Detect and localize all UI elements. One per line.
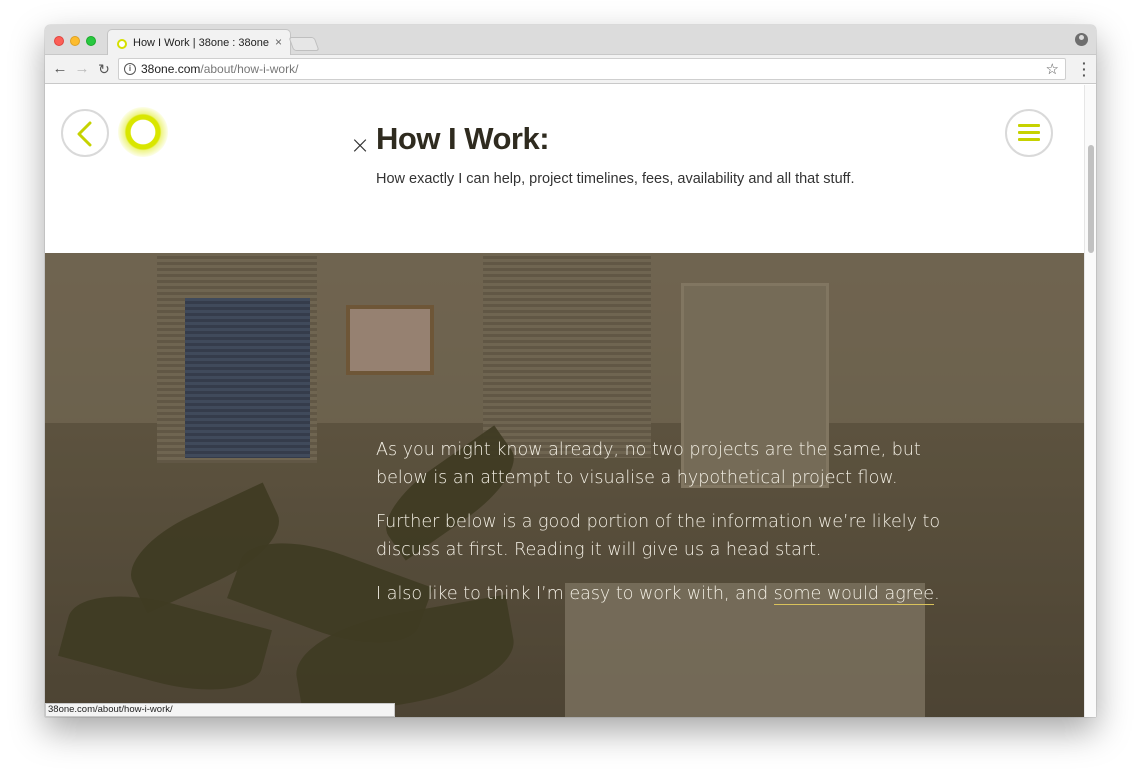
status-bar: 38one.com/about/how-i-work/ [45, 703, 395, 717]
address-bar[interactable]: i 38one.com/about/how-i-work/ ☆ [118, 58, 1066, 80]
menu-button[interactable] [1005, 109, 1053, 157]
tab-close-icon[interactable]: × [275, 35, 282, 49]
page-title: How I Work: [376, 121, 550, 156]
hero-office-photo: As you might know already, no two projec… [45, 253, 1084, 717]
maximize-window-icon[interactable] [86, 36, 96, 46]
url-text[interactable]: 38one.com/about/how-i-work/ [141, 62, 298, 76]
url-path: /about/how-i-work/ [200, 62, 299, 76]
hero-paragraph-1: As you might know already, no two projec… [376, 440, 921, 488]
hero-paragraph-2: Further below is a good portion of the i… [376, 512, 941, 560]
tab-title: How I Work | 38one : 38one [133, 37, 269, 49]
page-scrollbar[interactable] [1084, 85, 1096, 717]
back-button[interactable] [61, 109, 109, 157]
browser-toolbar: ← → ↻ i 38one.com/about/how-i-work/ ☆ · ·… [45, 55, 1096, 84]
info-icon[interactable]: i [124, 63, 136, 75]
browser-window: How I Work | 38one : 38one × ← → ↻ i 38o… [45, 25, 1096, 717]
tab-strip: How I Work | 38one : 38one × [45, 25, 1096, 56]
browser-menu-icon[interactable]: · · · [1082, 56, 1087, 82]
new-tab-button[interactable] [288, 37, 320, 51]
some-would-agree-link[interactable]: some would agree [773, 584, 935, 605]
minimize-window-icon[interactable] [70, 36, 80, 46]
close-window-icon[interactable] [54, 36, 64, 46]
hero-text: As you might know already, no two projec… [376, 436, 966, 624]
favicon-icon [117, 39, 127, 49]
reload-icon[interactable]: ↻ [95, 60, 113, 78]
scrollbar-thumb[interactable] [1088, 145, 1094, 253]
hero-paragraph-3-suffix: . [934, 584, 940, 604]
bookmark-star-icon[interactable]: ☆ [1046, 60, 1059, 78]
hero-paragraph-3: I also like to think I’m easy to work wi… [376, 580, 966, 608]
chevron-left-icon [77, 121, 92, 147]
page-subtitle: How exactly I can help, project timeline… [376, 171, 855, 187]
hero-paragraph-3-prefix: I also like to think I’m easy to work wi… [376, 584, 774, 604]
forward-arrow-icon[interactable]: → [73, 60, 91, 78]
tab-how-i-work[interactable]: How I Work | 38one : 38one × [107, 29, 291, 56]
close-icon[interactable]: × [350, 131, 370, 159]
back-arrow-icon[interactable]: ← [51, 60, 69, 78]
profile-icon[interactable] [1075, 33, 1088, 46]
38one-logo-icon[interactable] [118, 107, 168, 157]
page-viewport: × How I Work: How exactly I can help, pr… [45, 85, 1096, 717]
url-domain: 38one.com [141, 62, 201, 76]
